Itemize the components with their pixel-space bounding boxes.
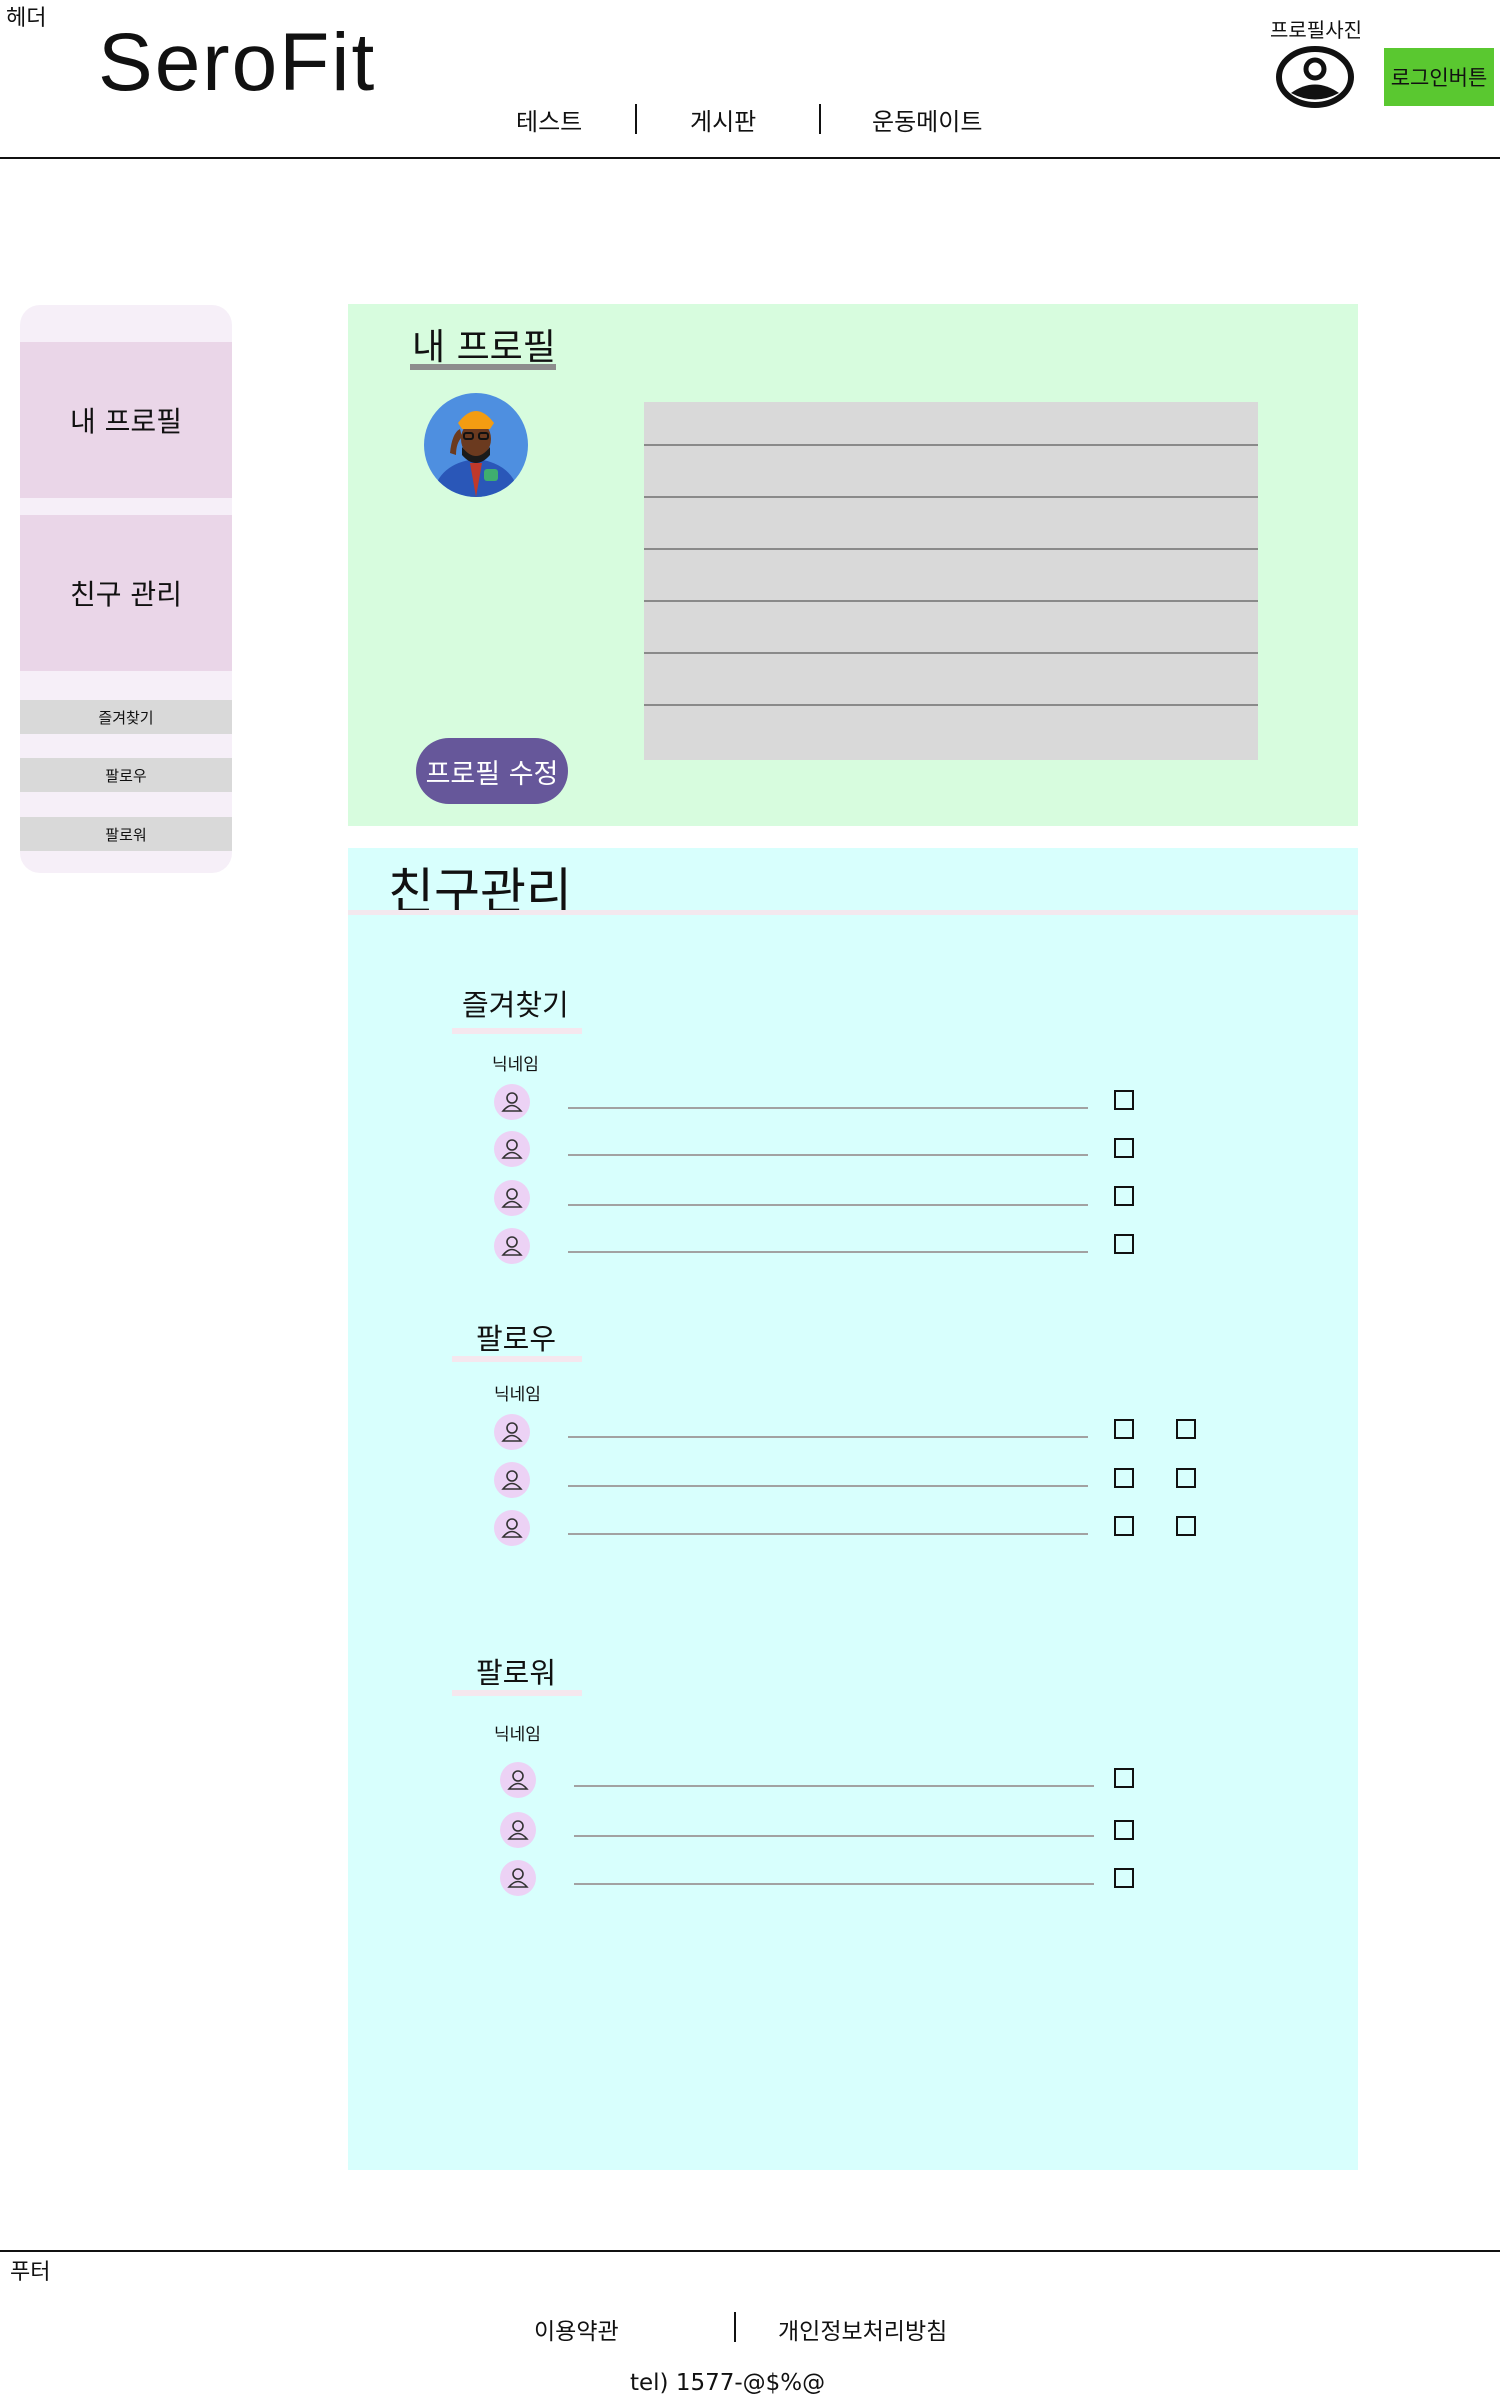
footer-divider: [0, 2250, 1500, 2252]
nav-board[interactable]: 게시판: [690, 102, 756, 137]
nickname-row-line: [568, 1436, 1088, 1438]
header-divider: [0, 157, 1500, 159]
favorites-title: 즐겨찾기: [462, 988, 569, 1022]
sub-underline: [452, 1028, 582, 1034]
follower-checkbox[interactable]: [1114, 1820, 1134, 1840]
footer-label: 푸터: [10, 2260, 51, 2285]
sidebar-item-favorites[interactable]: 즐겨찾기: [20, 700, 232, 734]
info-line: [644, 600, 1258, 602]
nickname-label: 닉네임: [494, 1385, 541, 1405]
title-underline: [410, 364, 556, 370]
person-outline-icon: [494, 1462, 530, 1498]
info-line: [644, 548, 1258, 550]
nav-separator: [635, 104, 637, 134]
sub-underline: [452, 1690, 582, 1696]
person-outline-icon: [494, 1131, 530, 1167]
friends-panel: [348, 848, 1358, 2170]
followers-title: 팔로워: [476, 1656, 557, 1690]
nickname-label: 닉네임: [494, 1725, 541, 1745]
info-line: [644, 652, 1258, 654]
profile-info-box: [644, 402, 1258, 760]
following-checkbox[interactable]: [1176, 1419, 1196, 1439]
info-line: [644, 496, 1258, 498]
nav-workout-mate[interactable]: 운동메이트: [872, 102, 982, 137]
following-title: 팔로우: [476, 1322, 557, 1356]
nickname-row-line: [568, 1533, 1088, 1535]
follower-checkbox[interactable]: [1114, 1768, 1134, 1788]
site-logo[interactable]: SeroFit: [98, 16, 376, 110]
sidebar: 내 프로필 친구 관리 즐겨찾기 팔로우 팔로워: [20, 305, 232, 873]
favorite-checkbox[interactable]: [1114, 1186, 1134, 1206]
avatar: [424, 393, 528, 497]
sub-underline: [452, 1356, 582, 1362]
following-checkbox[interactable]: [1176, 1516, 1196, 1536]
user-circle-icon[interactable]: [1276, 46, 1354, 108]
following-checkbox[interactable]: [1114, 1516, 1134, 1536]
header-label: 헤더: [6, 6, 47, 31]
privacy-policy-link[interactable]: 개인정보처리방침: [778, 2312, 947, 2346]
nav-test[interactable]: 테스트: [516, 102, 582, 137]
footer-separator: [734, 2312, 736, 2342]
profile-photo-label: 프로필사진: [1270, 18, 1362, 42]
nickname-row-line: [574, 1883, 1094, 1885]
nickname-row-line: [568, 1251, 1088, 1253]
sidebar-item-followers[interactable]: 팔로워: [20, 817, 232, 851]
person-outline-icon: [494, 1084, 530, 1120]
nickname-row-line: [568, 1107, 1088, 1109]
edit-profile-button[interactable]: 프로필 수정: [416, 738, 568, 804]
person-outline-icon: [494, 1228, 530, 1264]
info-line: [644, 444, 1258, 446]
nav-separator: [819, 104, 821, 134]
follower-checkbox[interactable]: [1114, 1868, 1134, 1888]
person-outline-icon: [494, 1510, 530, 1546]
nickname-row-line: [568, 1154, 1088, 1156]
following-checkbox[interactable]: [1114, 1419, 1134, 1439]
info-line: [644, 704, 1258, 706]
following-checkbox[interactable]: [1176, 1468, 1196, 1488]
sidebar-item-friends[interactable]: 친구 관리: [20, 515, 232, 671]
login-button[interactable]: 로그인버튼: [1384, 48, 1494, 106]
sidebar-item-my-profile[interactable]: 내 프로필: [20, 342, 232, 498]
nickname-row-line: [568, 1485, 1088, 1487]
favorite-checkbox[interactable]: [1114, 1138, 1134, 1158]
person-outline-icon: [500, 1762, 536, 1798]
nickname-label: 닉네임: [492, 1055, 539, 1075]
profile-section-title: 내 프로필: [412, 327, 556, 368]
terms-link[interactable]: 이용약관: [534, 2312, 619, 2346]
favorite-checkbox[interactable]: [1114, 1234, 1134, 1254]
sidebar-item-following[interactable]: 팔로우: [20, 758, 232, 792]
person-outline-icon: [500, 1812, 536, 1848]
person-outline-icon: [500, 1860, 536, 1896]
person-outline-icon: [494, 1180, 530, 1216]
nickname-row-line: [574, 1785, 1094, 1787]
title-underline: [348, 910, 1358, 915]
nickname-row-line: [568, 1204, 1088, 1206]
person-outline-icon: [494, 1414, 530, 1450]
favorite-checkbox[interactable]: [1114, 1090, 1134, 1110]
footer-phone: tel) 1577-@$%@: [630, 2370, 826, 2396]
following-checkbox[interactable]: [1114, 1468, 1134, 1488]
nickname-row-line: [574, 1835, 1094, 1837]
